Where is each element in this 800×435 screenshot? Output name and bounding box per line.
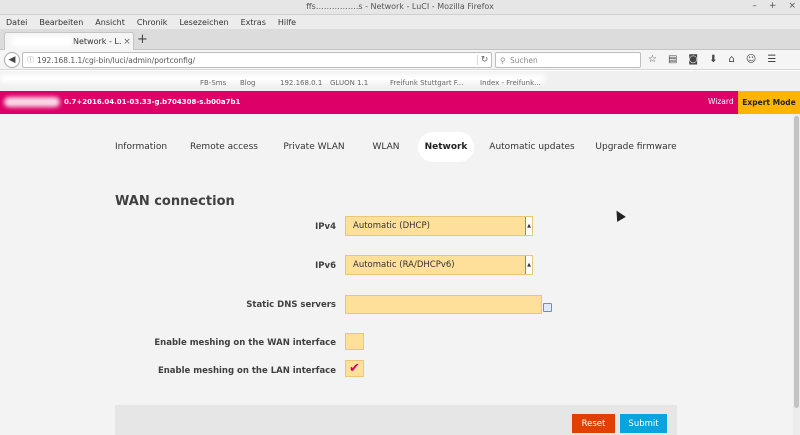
bookmarks-toolbar: FB-Sms Blog 192.168.0.1 GLUON 1.1 Freifu… — [0, 71, 800, 91]
search-input[interactable]: ⚲ Suchen — [495, 52, 641, 68]
new-tab-icon[interactable]: + — [137, 33, 148, 46]
dns-input[interactable] — [345, 295, 542, 314]
ipv4-value: Automatic (DHCP) — [353, 221, 430, 231]
page-content: Information Remote access Private WLAN W… — [0, 114, 800, 435]
bookmark-item[interactable]: GLUON 1.1 — [330, 79, 368, 87]
bookmark-item[interactable]: Freifunk Stuttgart F... — [390, 79, 463, 87]
scrollbar-thumb[interactable] — [794, 116, 799, 408]
menu-icon[interactable]: ☰ — [767, 54, 776, 65]
page-scrollbar[interactable] — [793, 114, 800, 435]
bookmark-item[interactable]: FB-Sms — [200, 79, 226, 87]
window-titlebar: ffs…………….s - Network - LuCI - Mozilla Fi… — [0, 0, 800, 15]
home-icon[interactable]: ⌂ — [729, 54, 735, 65]
tab-strip: Network - L… × + — [0, 29, 800, 50]
ipv6-select[interactable]: Automatic (RA/DHCPv6) ▲ — [345, 255, 533, 275]
emoji-icon[interactable]: ☺ — [746, 54, 756, 65]
dropdown-arrow-icon: ▲ — [525, 217, 532, 235]
reload-icon[interactable]: ↻ — [477, 55, 491, 65]
tab-wlan[interactable]: WLAN — [371, 132, 401, 162]
menu-ansicht[interactable]: Ansicht — [95, 18, 125, 27]
checkmark-icon: ✔ — [349, 361, 360, 376]
tab-automatic-updates[interactable]: Automatic updates — [489, 132, 574, 162]
mesh-wan-label: Enable meshing on the WAN interface — [154, 338, 336, 348]
ipv4-label: IPv4 — [315, 222, 336, 232]
minimize-icon[interactable]: – — [752, 1, 757, 11]
bookmark-item[interactable]: 192.168.0.1 — [280, 79, 322, 87]
hostname — [4, 97, 60, 107]
url-text: 192.168.1.1/cgi-bin/luci/admin/portconfi… — [37, 55, 196, 65]
browser-tab[interactable]: Network - L… × — [4, 32, 134, 50]
page-header: 0.7+2016.04.01-03.33-g.b704308-s.b00a7b1… — [0, 91, 800, 114]
firmware-version: 0.7+2016.04.01-03.33-g.b704308-s.b00a7b1 — [64, 98, 241, 106]
wizard-link[interactable]: Wizard — [708, 97, 734, 106]
window-title: ffs…………….s - Network - LuCI - Mozilla Fi… — [306, 2, 494, 11]
menu-chronik[interactable]: Chronik — [137, 18, 168, 27]
maximize-icon[interactable]: + — [769, 1, 777, 11]
expert-mode-link[interactable]: Expert Mode — [738, 91, 800, 114]
close-window-icon[interactable]: × — [788, 1, 796, 11]
submit-button[interactable]: Submit — [620, 414, 667, 433]
back-icon[interactable]: ◀ — [4, 52, 20, 68]
pocket-icon[interactable]: ◙ — [688, 54, 698, 65]
reading-list-icon[interactable]: ▤ — [668, 54, 677, 65]
info-icon[interactable]: ⓘ — [27, 55, 37, 65]
menubar: Datei Bearbeiten Ansicht Chronik Lesezei… — [0, 15, 800, 29]
ipv6-value: Automatic (RA/DHCPv6) — [353, 260, 455, 270]
menu-hilfe[interactable]: Hilfe — [278, 18, 296, 27]
mouse-cursor-icon — [612, 208, 626, 222]
navigation-bar: ◀ ⓘ 192.168.1.1/cgi-bin/luci/admin/portc… — [0, 50, 800, 70]
mesh-wan-checkbox[interactable] — [345, 333, 364, 350]
tab-information[interactable]: Information — [115, 132, 167, 162]
ipv6-label: IPv6 — [315, 261, 336, 271]
dropdown-arrow-icon: ▲ — [525, 256, 532, 274]
menu-datei[interactable]: Datei — [6, 18, 27, 27]
dns-label: Static DNS servers — [246, 300, 336, 310]
ipv4-select[interactable]: Automatic (DHCP) ▲ — [345, 216, 533, 236]
menu-extras[interactable]: Extras — [241, 18, 266, 27]
mesh-lan-checkbox[interactable]: ✔ — [345, 360, 364, 377]
url-bar[interactable]: ⓘ 192.168.1.1/cgi-bin/luci/admin/portcon… — [22, 52, 492, 68]
search-placeholder: Suchen — [510, 55, 538, 65]
section-title: WAN connection — [115, 194, 235, 209]
add-entry-icon[interactable] — [543, 303, 552, 312]
bookmark-item[interactable]: Blog — [240, 79, 255, 87]
tab-upgrade-firmware[interactable]: Upgrade firmware — [595, 132, 676, 162]
menu-bearbeiten[interactable]: Bearbeiten — [39, 18, 83, 27]
bookmark-item[interactable]: Index - Freifunk... — [480, 79, 541, 87]
download-icon[interactable]: ⬇ — [709, 54, 717, 65]
menu-lesezeichen[interactable]: Lesezeichen — [179, 18, 228, 27]
mesh-lan-label: Enable meshing on the LAN interface — [157, 366, 336, 376]
bookmark-star-icon[interactable]: ☆ — [648, 54, 657, 65]
tab-remote-access[interactable]: Remote access — [190, 132, 258, 162]
tab-close-icon[interactable]: × — [121, 37, 133, 47]
search-icon: ⚲ — [500, 55, 506, 65]
tab-network[interactable]: Network — [418, 132, 474, 162]
reset-button[interactable]: Reset — [572, 414, 615, 433]
tab-private-wlan[interactable]: Private WLAN — [283, 132, 344, 162]
